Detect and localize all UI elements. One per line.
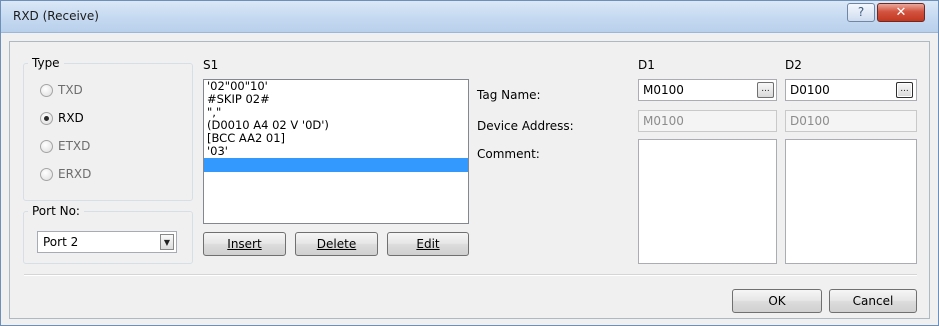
s1-listbox[interactable]: '02"00"10' #SKIP 02# "," (D0010 A4 02 V …: [203, 79, 469, 224]
d2-comment-field[interactable]: [785, 139, 917, 264]
radio-rxd-circle[interactable]: [40, 111, 53, 125]
insert-button[interactable]: Insert: [203, 232, 286, 256]
d2-device-address-field: D0100: [785, 110, 917, 132]
delete-button-label: Delete: [316, 237, 357, 251]
type-group-legend: Type: [32, 56, 60, 70]
radio-etxd-label: ETXD: [58, 139, 91, 153]
port-select[interactable]: Port 2 ▼: [37, 231, 177, 253]
list-item-selected[interactable]: [204, 158, 468, 172]
list-item[interactable]: '03': [204, 145, 468, 158]
d2-tag-name-value: D0100: [790, 83, 830, 97]
device-address-label: Device Address:: [477, 119, 574, 133]
radio-etxd-circle[interactable]: [40, 139, 53, 153]
window-title: RXD (Receive): [13, 9, 99, 23]
close-icon[interactable]: ✕: [877, 3, 925, 22]
edit-button[interactable]: Edit: [387, 232, 469, 256]
d2-label: D2: [785, 58, 802, 72]
radio-txd-circle[interactable]: [40, 83, 53, 97]
radio-rxd-label: RXD: [58, 111, 84, 125]
d1-tag-name-value: M0100: [643, 83, 684, 97]
ok-button[interactable]: OK: [732, 289, 822, 313]
d1-device-address-field: M0100: [638, 110, 777, 132]
s1-label: S1: [203, 58, 219, 72]
radio-erxd[interactable]: ERXD: [40, 165, 91, 183]
list-item[interactable]: [BCC AA2 01]: [204, 132, 468, 145]
d1-comment-field[interactable]: [638, 139, 777, 264]
radio-erxd-label: ERXD: [58, 167, 92, 181]
ok-button-label: OK: [768, 294, 786, 308]
radio-txd[interactable]: TXD: [40, 81, 83, 99]
radio-txd-label: TXD: [58, 83, 83, 97]
rxd-dialog: RXD (Receive) ? ✕ Type TXD RXD ETXD ERXD…: [0, 0, 939, 326]
title-bar: RXD (Receive) ? ✕: [1, 1, 938, 33]
tag-name-label: Tag Name:: [477, 88, 541, 102]
dialog-body: Type TXD RXD ETXD ERXD Port No: Port 2 ▼…: [9, 41, 930, 319]
d1-label: D1: [638, 58, 655, 72]
d2-device-address-value: D0100: [790, 114, 830, 128]
radio-etxd[interactable]: ETXD: [40, 137, 90, 155]
radio-rxd[interactable]: RXD: [40, 109, 84, 127]
cancel-button-label: Cancel: [852, 294, 894, 308]
chevron-down-icon[interactable]: ▼: [160, 234, 174, 250]
edit-button-label: Edit: [416, 237, 440, 251]
insert-button-label: Insert: [227, 237, 262, 251]
comment-label: Comment:: [477, 147, 540, 161]
port-group-legend: Port No:: [32, 204, 80, 218]
d1-browse-button[interactable]: ...: [757, 82, 774, 98]
footer-divider: [24, 274, 917, 276]
list-item[interactable]: #SKIP 02#: [204, 93, 468, 106]
cancel-button[interactable]: Cancel: [829, 289, 917, 313]
d2-browse-button[interactable]: ...: [896, 82, 913, 98]
port-select-value: Port 2: [43, 235, 79, 249]
d1-device-address-value: M0100: [643, 114, 684, 128]
help-icon[interactable]: ?: [847, 3, 875, 22]
radio-erxd-circle[interactable]: [40, 167, 53, 181]
delete-button[interactable]: Delete: [295, 232, 378, 256]
